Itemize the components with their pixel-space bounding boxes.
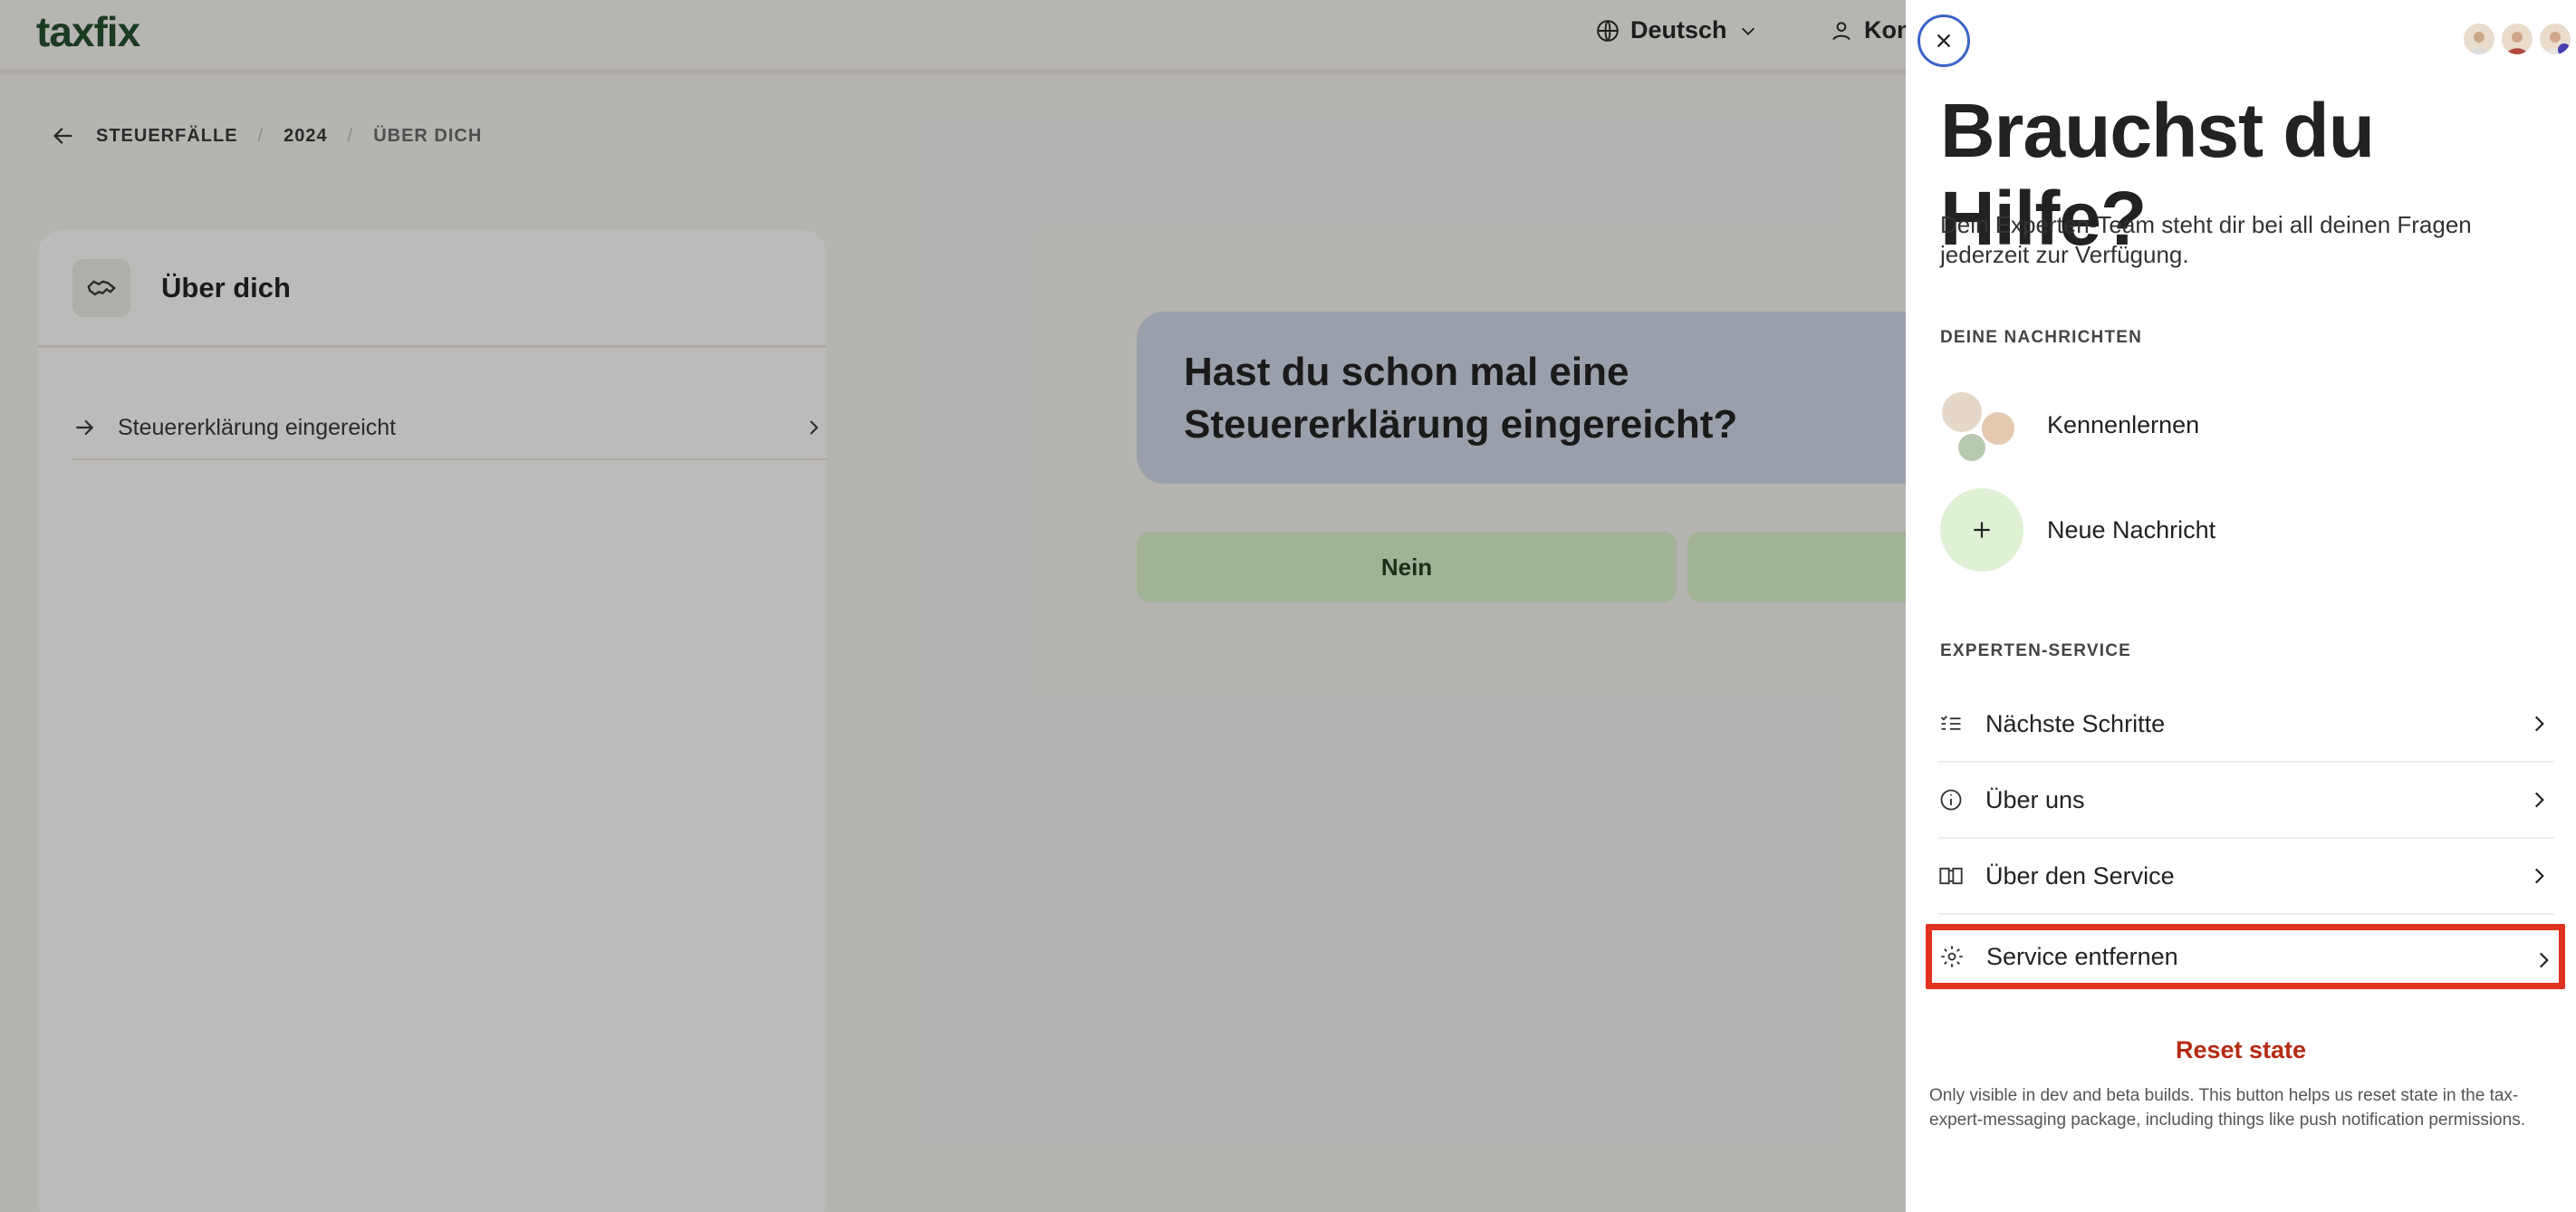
modal-scrim[interactable] (0, 0, 1906, 1212)
group-avatar (1940, 383, 2023, 467)
avatar (2500, 22, 2534, 56)
new-message-label: Neue Nachricht (2047, 515, 2216, 543)
message-thread-label: Kennenlernen (2047, 410, 2200, 438)
avatar (2538, 22, 2572, 56)
expert-avatars (2462, 22, 2572, 56)
chevron-right-icon (2534, 792, 2544, 808)
service-item-ueber-uns[interactable]: Über uns (1938, 763, 2554, 839)
new-message-button[interactable]: Neue Nachricht (1940, 487, 2556, 572)
verified-badge-icon (2558, 43, 2571, 54)
app-background: taxfix Deutsch Konto STEUERFÄLLE / 2024 … (0, 0, 2227, 1212)
plus-icon (1940, 488, 2023, 572)
close-button[interactable] (1918, 14, 1970, 67)
service-section-label: EXPERTEN-SERVICE (1940, 641, 2132, 660)
avatar (2462, 22, 2496, 56)
service-item-naechste-schritte[interactable]: Nächste Schritte (1938, 687, 2554, 763)
message-thread-kennenlernen[interactable]: Kennenlernen (1940, 382, 2556, 467)
service-item-service-entfernen[interactable]: Service entfernen (1926, 924, 2565, 989)
messages-section-label: DEINE NACHRICHTEN (1940, 328, 2143, 347)
panel-subtitle: Dein Experten-Team steht dir bei all dei… (1940, 211, 2472, 268)
book-icon (1939, 867, 1963, 885)
service-item-label: Service entfernen (1986, 942, 2178, 970)
chevron-right-icon (2534, 868, 2544, 884)
reset-state-note: Only visible in dev and beta builds. Thi… (1929, 1086, 2525, 1130)
chevron-right-icon (2534, 716, 2544, 732)
service-item-label: Nächste Schritte (1985, 709, 2166, 737)
help-panel: Brauchst du Hilfe? Dein Experten-Team st… (1906, 0, 2576, 1212)
checklist-icon (1940, 716, 1961, 730)
close-icon (1937, 34, 1951, 48)
gear-icon (1941, 946, 1963, 967)
info-icon (1940, 789, 1962, 811)
service-item-label: Über uns (1985, 785, 2085, 813)
chevron-right-icon (2539, 952, 2549, 968)
reset-state-button[interactable]: Reset state (1906, 1036, 2576, 1064)
service-item-label: Über den Service (1985, 861, 2175, 890)
service-item-ueber-den-service[interactable]: Über den Service (1938, 839, 2554, 915)
